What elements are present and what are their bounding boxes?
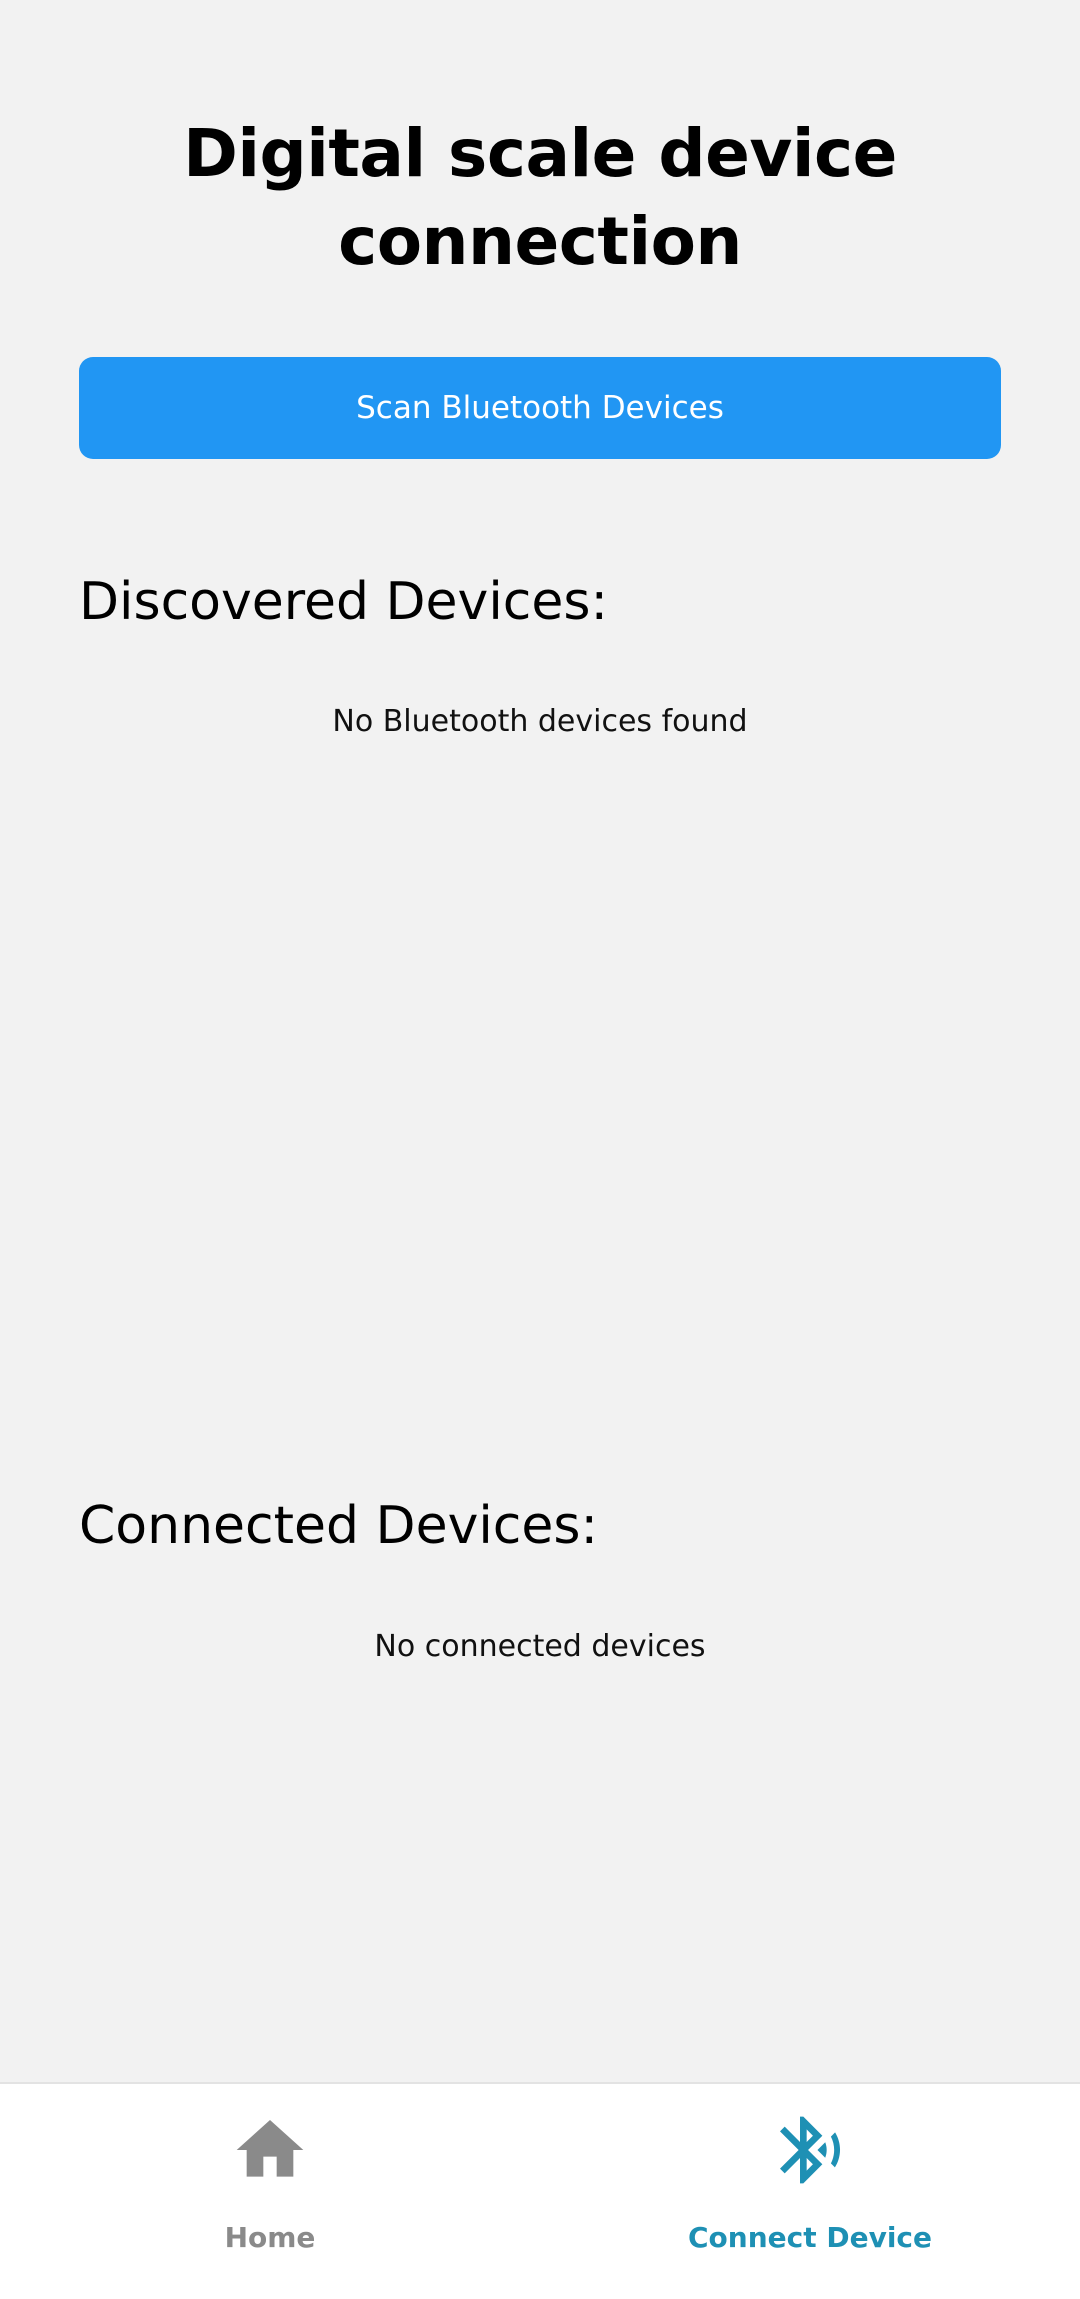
page-title: Digital scale device connection	[183, 115, 897, 280]
discovered-devices-heading: Discovered Devices:	[79, 572, 608, 632]
screen: Digital scale device connection Scan Blu…	[0, 0, 1080, 2299]
bluetooth-audio-icon	[780, 2116, 841, 2184]
bottom-navigation-bar: Home Connect Device	[0, 2082, 1080, 2299]
tab-connect-device-label: Connect Device	[687, 2221, 933, 2254]
tab-home-label: Home	[224, 2221, 316, 2254]
home-icon	[236, 2120, 304, 2177]
connected-devices-empty-message: No connected devices	[374, 1629, 706, 1664]
connected-devices-heading: Connected Devices:	[79, 1496, 598, 1556]
tab-connect-device[interactable]: Connect Device	[540, 2084, 1080, 2299]
scan-bluetooth-button[interactable]: Scan Bluetooth Devices	[79, 357, 1001, 459]
discovered-devices-empty-message: No Bluetooth devices found	[332, 704, 748, 739]
tab-home[interactable]: Home	[0, 2084, 540, 2299]
